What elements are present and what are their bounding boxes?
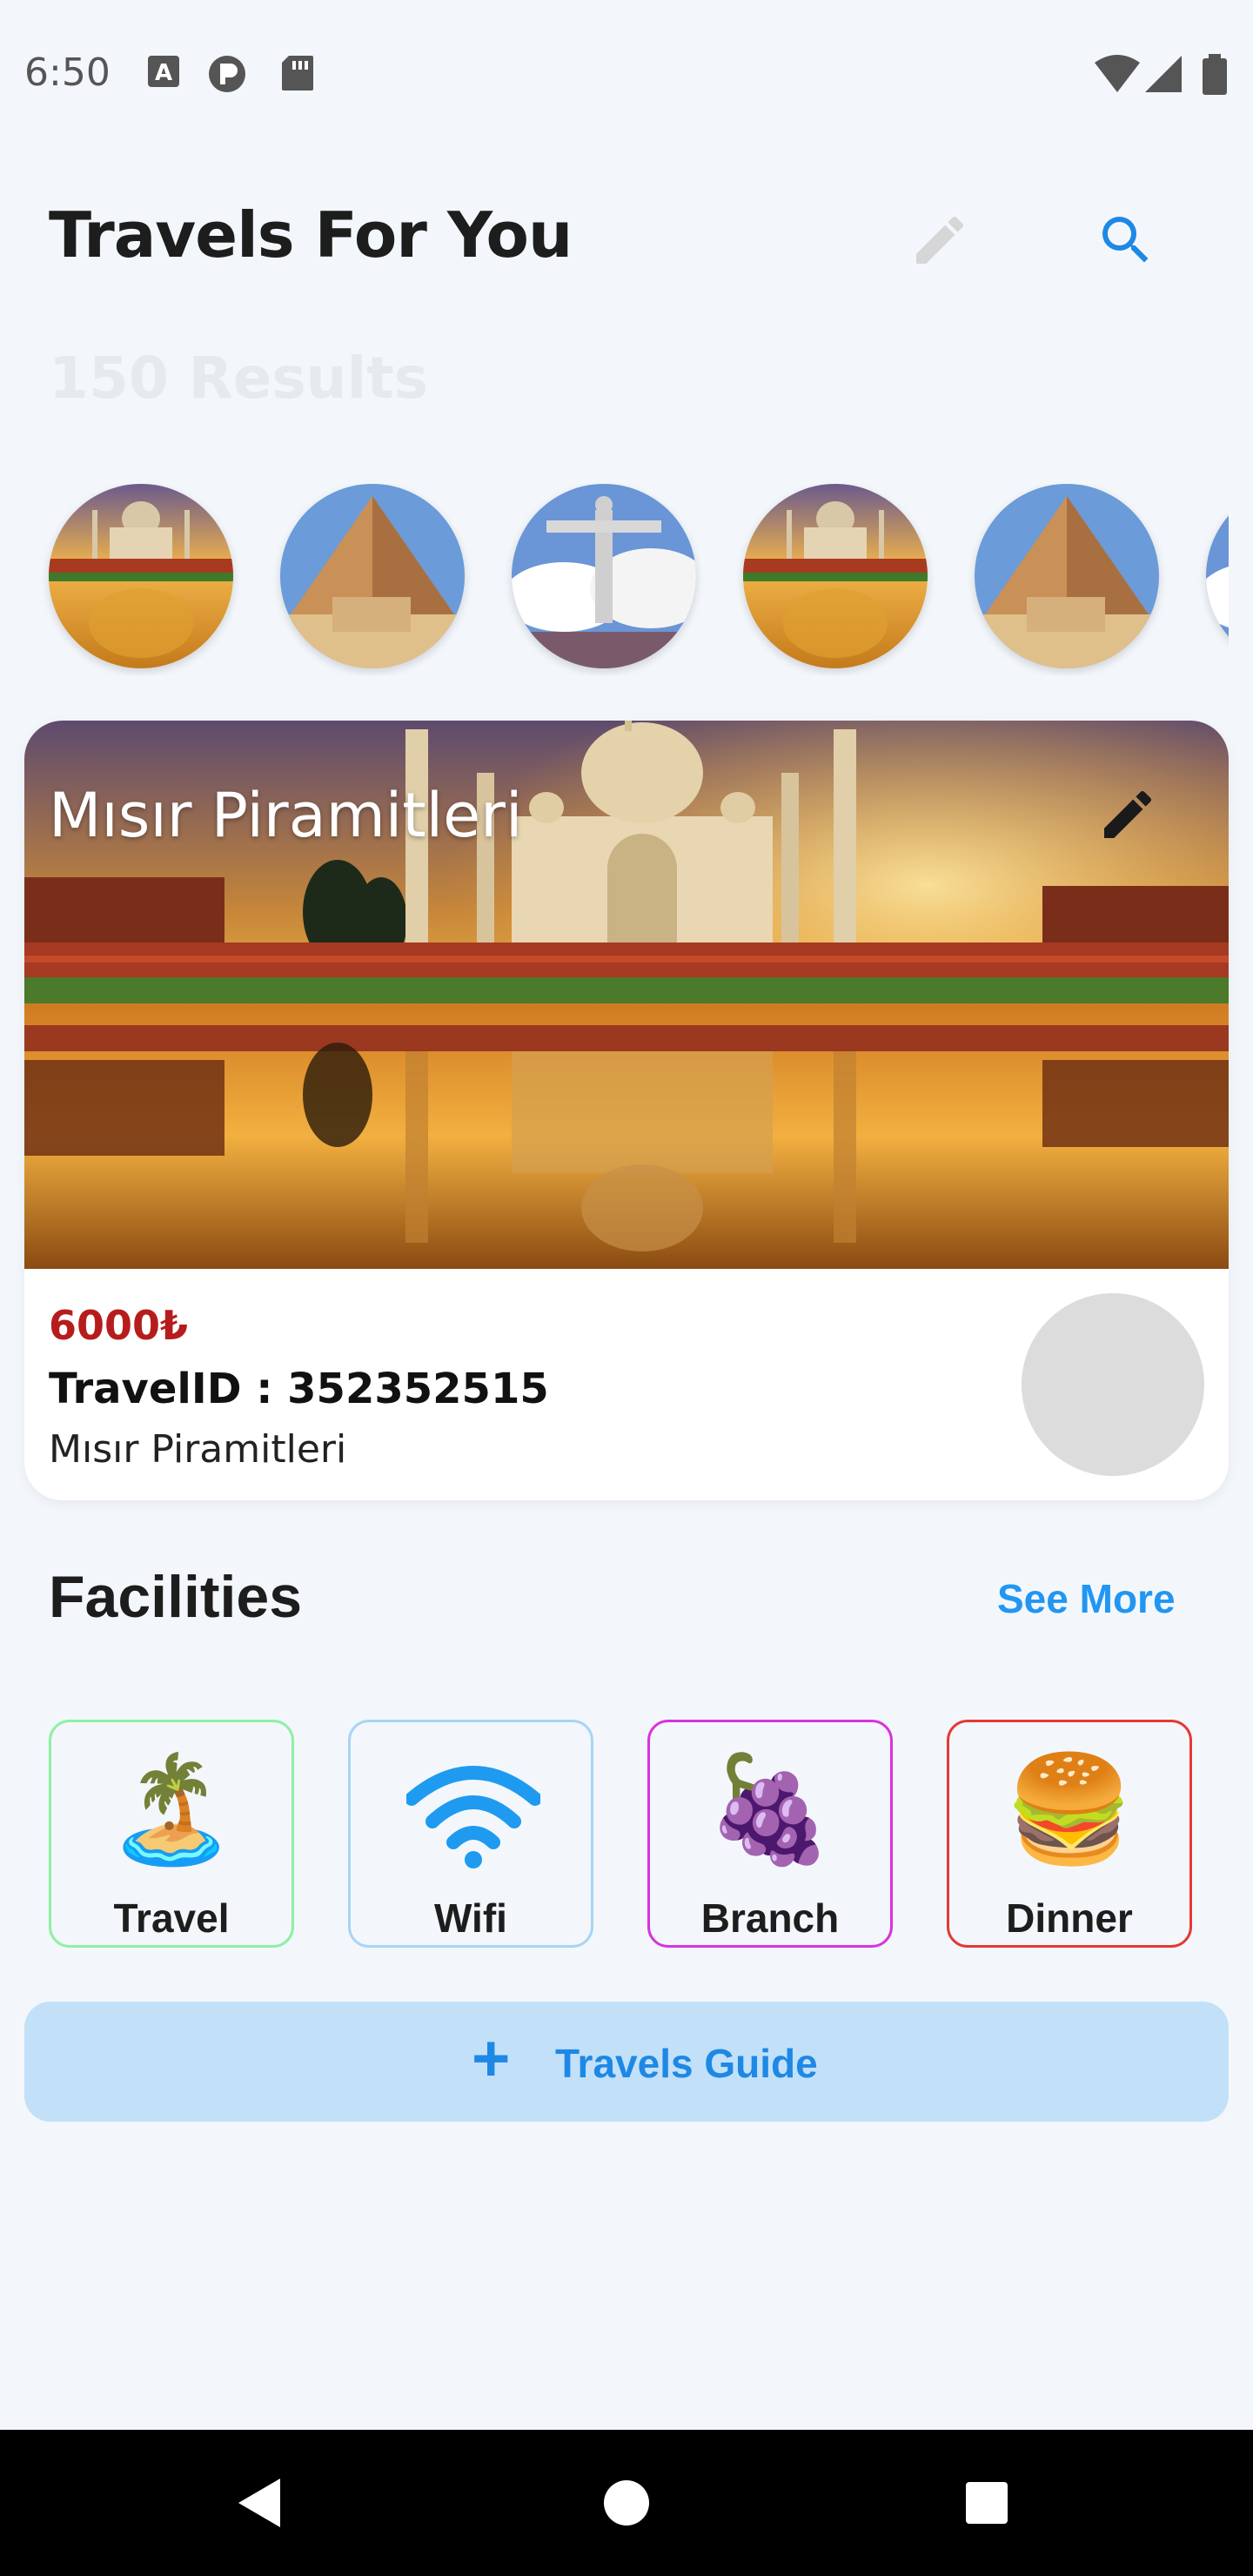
facility-label: Dinner bbox=[1006, 1895, 1133, 1941]
guide-label: Travels Guide bbox=[555, 2041, 818, 2086]
price-label: 6000₺ bbox=[49, 1302, 189, 1349]
app-header: Travels For You bbox=[0, 174, 1253, 296]
destination-thumb-christ-redeemer[interactable] bbox=[1206, 484, 1229, 668]
destination-thumb-pyramid[interactable] bbox=[280, 484, 465, 668]
sd-card-icon bbox=[282, 56, 313, 91]
destination-thumb-taj-mahal[interactable] bbox=[49, 484, 233, 668]
home-icon[interactable] bbox=[602, 2479, 651, 2527]
recents-icon[interactable] bbox=[964, 2480, 1009, 2526]
signal-icon bbox=[1145, 56, 1182, 92]
travels-guide-button[interactable]: + Travels Guide bbox=[24, 2002, 1229, 2122]
destination-thumb-christ-redeemer[interactable] bbox=[512, 484, 696, 668]
edit-icon[interactable] bbox=[1096, 783, 1159, 846]
avatar[interactable] bbox=[1022, 1293, 1204, 1476]
facility-dinner[interactable]: 🍔 Dinner bbox=[947, 1720, 1192, 1948]
palm-tree-icon: 🏝️ bbox=[106, 1751, 237, 1868]
status-bar: 6:50 A bbox=[0, 0, 1253, 148]
system-nav-bar bbox=[0, 2430, 1253, 2576]
battery-icon bbox=[1203, 54, 1227, 95]
grapes-icon: 🍇 bbox=[705, 1751, 835, 1868]
svg-text:A: A bbox=[155, 60, 172, 86]
facility-wifi[interactable]: Wifi bbox=[348, 1720, 593, 1948]
wifi-icon bbox=[406, 1766, 540, 1868]
wifi-status-icon bbox=[1095, 55, 1140, 92]
plus-icon: + bbox=[472, 2022, 511, 2096]
status-time: 6:50 bbox=[24, 50, 111, 95]
travel-name: Mısır Piramitleri bbox=[49, 1427, 347, 1472]
card-title: Mısır Piramitleri bbox=[49, 780, 523, 851]
destination-thumb-taj-mahal[interactable] bbox=[743, 484, 928, 668]
back-icon[interactable] bbox=[235, 2475, 284, 2531]
results-count: 150 Results bbox=[49, 345, 429, 412]
facility-label: Travel bbox=[113, 1895, 230, 1941]
destination-thumb-pyramid[interactable] bbox=[975, 484, 1159, 668]
search-icon[interactable] bbox=[1095, 209, 1157, 272]
page-title: Travels For You bbox=[49, 198, 573, 272]
destination-carousel[interactable] bbox=[0, 484, 1229, 675]
facility-travel[interactable]: 🏝️ Travel bbox=[49, 1720, 294, 1948]
featured-travel-card[interactable]: Mısır Piramitleri 6000₺ TravelID : 35235… bbox=[24, 721, 1229, 1500]
notification-a-icon: A bbox=[148, 56, 179, 87]
edit-icon[interactable] bbox=[908, 209, 971, 272]
notification-p-icon bbox=[209, 56, 245, 92]
see-more-link[interactable]: See More bbox=[997, 1575, 1176, 1622]
section-title-facilities: Facilities bbox=[49, 1564, 303, 1630]
facility-label: Branch bbox=[700, 1895, 840, 1941]
facility-label: Wifi bbox=[434, 1895, 507, 1941]
burger-icon: 🍔 bbox=[1004, 1751, 1135, 1868]
facility-branch[interactable]: 🍇 Branch bbox=[647, 1720, 893, 1948]
travel-id: TravelID : 352352515 bbox=[49, 1365, 549, 1413]
